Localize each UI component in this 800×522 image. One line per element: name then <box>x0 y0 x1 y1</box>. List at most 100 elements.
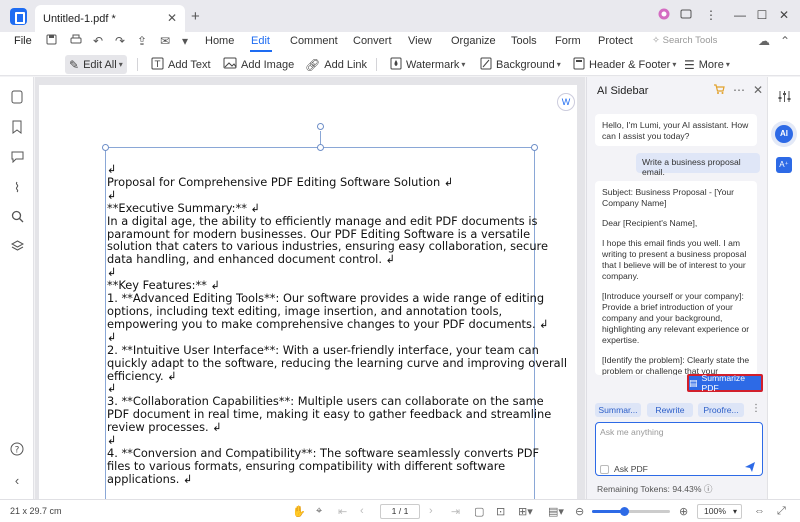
menu-comment[interactable]: Comment <box>290 35 338 47</box>
document-canvas: ↲ Proposal for Comprehensive PDF Editing… <box>35 77 585 499</box>
first-page-icon[interactable]: ⇤ <box>338 505 347 518</box>
zoom-level-select[interactable]: 100% ▾ <box>697 504 742 519</box>
cart-icon[interactable] <box>713 83 725 98</box>
quick-access-dropdown-icon[interactable]: ▾ <box>182 34 188 48</box>
comment-icon[interactable] <box>9 150 25 166</box>
search-icon[interactable] <box>9 210 25 226</box>
header-footer-icon <box>573 57 585 73</box>
email-icon[interactable]: ✉ <box>160 34 170 48</box>
menu-protect[interactable]: Protect <box>598 35 633 47</box>
ai-assistant-icon[interactable]: AI <box>775 125 793 143</box>
app-logo-icon <box>10 8 27 25</box>
response-paragraph: [Identify the problem]: Clearly state th… <box>602 355 750 375</box>
share-icon[interactable]: ⇪ <box>137 34 147 48</box>
link-icon: 🔗︎ <box>305 57 321 72</box>
chip-proofread[interactable]: Proofre... <box>698 403 744 417</box>
send-icon[interactable] <box>744 461 756 476</box>
next-page-icon[interactable]: › <box>429 505 433 517</box>
menu-view[interactable]: View <box>408 35 432 47</box>
chip-summarize[interactable]: Summar... <box>595 403 641 417</box>
page-number-input[interactable]: 1 / 1 <box>380 504 420 519</box>
resize-handle[interactable] <box>102 144 109 151</box>
ask-pdf-checkbox[interactable] <box>600 465 609 474</box>
hand-tool-icon[interactable]: ✋ <box>292 505 306 518</box>
image-icon <box>223 57 237 72</box>
resize-handle[interactable] <box>317 144 324 151</box>
zoom-out-icon[interactable]: ⊖ <box>575 505 584 518</box>
menu-file[interactable]: File <box>14 35 32 47</box>
close-window-button[interactable]: ✕ <box>775 8 793 22</box>
zoom-in-icon[interactable]: ⊕ <box>679 505 688 518</box>
doc-line: 2. **Intuitive User Interface**: With a … <box>107 342 539 357</box>
info-icon[interactable]: ⓘ <box>704 484 713 494</box>
page-layout-icon[interactable]: ⊡ <box>496 505 505 518</box>
user-message: Write a business proposal email. <box>636 153 760 177</box>
rotation-handle[interactable] <box>317 123 324 130</box>
add-text-button[interactable]: T Add Text <box>151 55 211 74</box>
cloud-upload-icon[interactable]: ☁ <box>758 34 770 48</box>
fit-width-icon[interactable]: ⇔ <box>754 505 765 517</box>
response-paragraph: I hope this email finds you well. I am w… <box>602 238 747 281</box>
add-image-button[interactable]: Add Image <box>223 55 294 74</box>
floating-word-icon[interactable]: W <box>557 93 575 111</box>
page-thumbnail-icon[interactable] <box>9 90 25 106</box>
doc-line: quickly adapt to the software, reducing … <box>107 355 567 370</box>
background-button[interactable]: Background ▾ <box>480 55 561 74</box>
more-button[interactable]: ☰ More ▾ <box>684 55 730 74</box>
fit-page-icon[interactable]: ▢ <box>474 505 484 518</box>
header-footer-button[interactable]: Header & Footer ▾ <box>573 55 676 74</box>
fullscreen-icon[interactable]: ⤢ <box>777 505 786 518</box>
ai-translate-icon[interactable]: A⁺ <box>776 157 792 173</box>
menu-form[interactable]: Form <box>555 35 581 47</box>
menu-lines-icon: ☰ <box>684 57 695 72</box>
maximize-button[interactable]: ☐ <box>753 8 771 22</box>
view-mode-icon[interactable]: ⊞▾ <box>518 505 533 518</box>
summarize-pdf-button[interactable]: ▤ Summarize PDF <box>687 373 763 393</box>
chevron-down-icon: ▾ <box>732 507 737 516</box>
menu-edit[interactable]: Edit <box>251 35 270 47</box>
menu-home[interactable]: Home <box>205 35 234 47</box>
minimize-button[interactable]: — <box>731 8 749 22</box>
menu-tools[interactable]: Tools <box>511 35 537 47</box>
close-tab-icon[interactable]: ✕ <box>167 11 177 25</box>
watermark-button[interactable]: Watermark ▾ <box>390 55 465 74</box>
bookmark-icon[interactable] <box>9 120 25 136</box>
add-link-button[interactable]: 🔗︎ Add Link <box>305 55 367 74</box>
doc-line: Proposal for Comprehensive PDF Editing S… <box>107 174 454 189</box>
menu-organize[interactable]: Organize <box>451 35 496 47</box>
doc-line: **Executive Summary:** ↲ <box>107 200 261 215</box>
chips-more-icon[interactable]: ⋮ <box>751 403 761 414</box>
resize-handle[interactable] <box>531 144 538 151</box>
layers-icon[interactable] <box>9 240 25 256</box>
attachment-icon[interactable]: ⌇ <box>9 180 25 196</box>
menu-convert[interactable]: Convert <box>353 35 392 47</box>
more-options-icon[interactable]: ⋮ <box>702 8 720 22</box>
edit-all-button[interactable]: ✎ Edit All ▾ <box>65 55 127 74</box>
collapse-panel-icon[interactable]: ‹ <box>9 473 25 489</box>
properties-sliders-icon[interactable] <box>776 90 792 106</box>
print-icon[interactable] <box>70 34 82 48</box>
close-icon[interactable]: ✕ <box>753 83 763 97</box>
help-icon[interactable]: ? <box>9 442 25 458</box>
reading-mode-icon[interactable]: ▤▾ <box>548 505 564 518</box>
zoom-slider[interactable] <box>592 507 670 516</box>
new-tab-icon[interactable]: + <box>191 8 200 25</box>
doc-line: ↲ <box>107 162 117 176</box>
select-tool-icon[interactable]: ⌖ <box>316 505 322 518</box>
zoom-slider-knob[interactable] <box>619 507 629 516</box>
chip-rewrite[interactable]: Rewrite <box>647 403 693 417</box>
search-tools[interactable]: ✧ Search Tools <box>652 35 717 46</box>
more-options-icon[interactable]: ⋯ <box>733 83 745 97</box>
ask-input[interactable]: Ask me anything Ask PDF <box>595 422 763 476</box>
doc-line: data handling, and enhanced document con… <box>107 252 396 267</box>
expand-ribbon-icon[interactable]: ⌃ <box>780 34 790 48</box>
undo-icon[interactable]: ↶ <box>93 34 103 48</box>
last-page-icon[interactable]: ⇥ <box>451 505 460 518</box>
redo-icon[interactable]: ↷ <box>115 34 125 48</box>
previous-page-icon[interactable]: ‹ <box>360 505 364 517</box>
document-tab[interactable]: Untitled-1.pdf * ✕ <box>35 5 185 32</box>
document-text-block[interactable]: ↲ Proposal for Comprehensive PDF Editing… <box>107 162 567 486</box>
avatar-icon[interactable] <box>655 8 673 23</box>
message-icon[interactable] <box>677 8 695 23</box>
save-icon[interactable] <box>46 34 57 48</box>
